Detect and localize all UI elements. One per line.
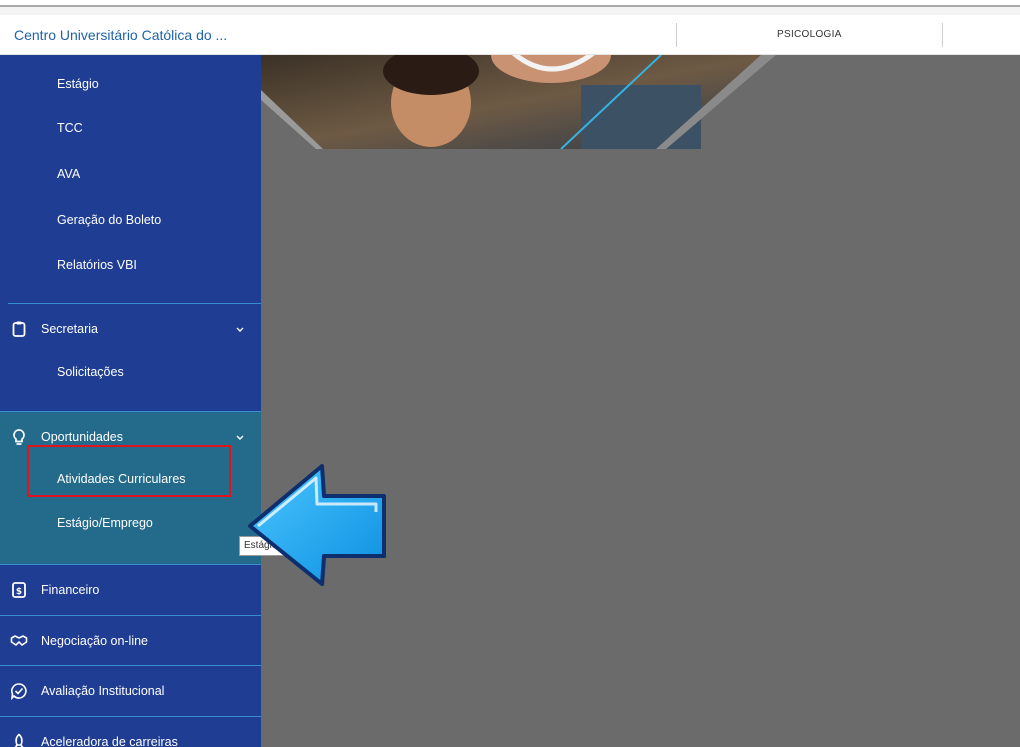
browser-top-strip [0, 0, 1020, 15]
chevron-down-icon [236, 327, 244, 332]
svg-text:$: $ [16, 587, 22, 597]
app-header: Centro Universitário Católica do ... PSI… [0, 15, 1020, 55]
sidebar-item-label: AVA [57, 167, 81, 181]
sidebar-item-label: Solicitações [57, 365, 124, 379]
sidebar-divider [0, 564, 261, 565]
chat-check-icon [10, 683, 27, 700]
sidebar-section-negociacao[interactable]: Negociação on-line [0, 632, 261, 652]
sidebar-divider [0, 665, 261, 666]
sidebar-section-label: Financeiro [41, 583, 100, 597]
header-divider [676, 23, 677, 47]
banner-photo [261, 55, 776, 149]
sidebar-section-label: Aceleradora de carreiras [41, 735, 178, 747]
sidebar-item-label: Geração do Boleto [57, 213, 162, 227]
sidebar-section-label: Avaliação Institucional [41, 684, 165, 698]
sidebar-item-label: Relatórios VBI [57, 258, 137, 272]
chevron-down-icon [236, 435, 244, 440]
institution-name[interactable]: Centro Universitário Católica do ... [14, 27, 227, 43]
sidebar-item-label: Estágio [57, 77, 99, 91]
annotation-highlight-box [27, 445, 231, 497]
clipboard-icon [12, 321, 26, 337]
sidebar-section-secretaria[interactable]: Secretaria [0, 320, 261, 340]
dollar-document-icon: $ [12, 582, 26, 598]
sidebar-section-avaliacao[interactable]: Avaliação Institucional [0, 682, 261, 702]
hero-banner [261, 55, 776, 149]
sidebar-section-label: Oportunidades [41, 430, 124, 444]
sidebar-divider [0, 716, 261, 717]
sidebar-section-label: Secretaria [41, 322, 98, 336]
sidebar-divider [0, 615, 261, 616]
handshake-icon [10, 635, 28, 647]
header-divider [942, 23, 943, 47]
sidebar-section-label: Negociação on-line [41, 634, 149, 648]
scroll-strip [0, 5, 1020, 15]
rocket-icon [14, 733, 24, 747]
sidebar-section-financeiro[interactable]: $ Financeiro [0, 581, 261, 601]
sidebar-divider [0, 411, 261, 412]
sidebar-item-label: Estágio/Emprego [57, 516, 153, 530]
lightbulb-icon [13, 429, 25, 445]
sidebar-section-aceleradora[interactable]: Aceleradora de carreiras [0, 733, 261, 747]
sidebar-divider [8, 303, 261, 304]
sidebar-nav: Estágio TCC AVA Geração do Boleto Relató… [0, 55, 261, 747]
sidebar-item-label: TCC [57, 121, 83, 135]
annotation-arrow-icon [248, 464, 386, 586]
course-name[interactable]: PSICOLOGIA [777, 29, 842, 40]
